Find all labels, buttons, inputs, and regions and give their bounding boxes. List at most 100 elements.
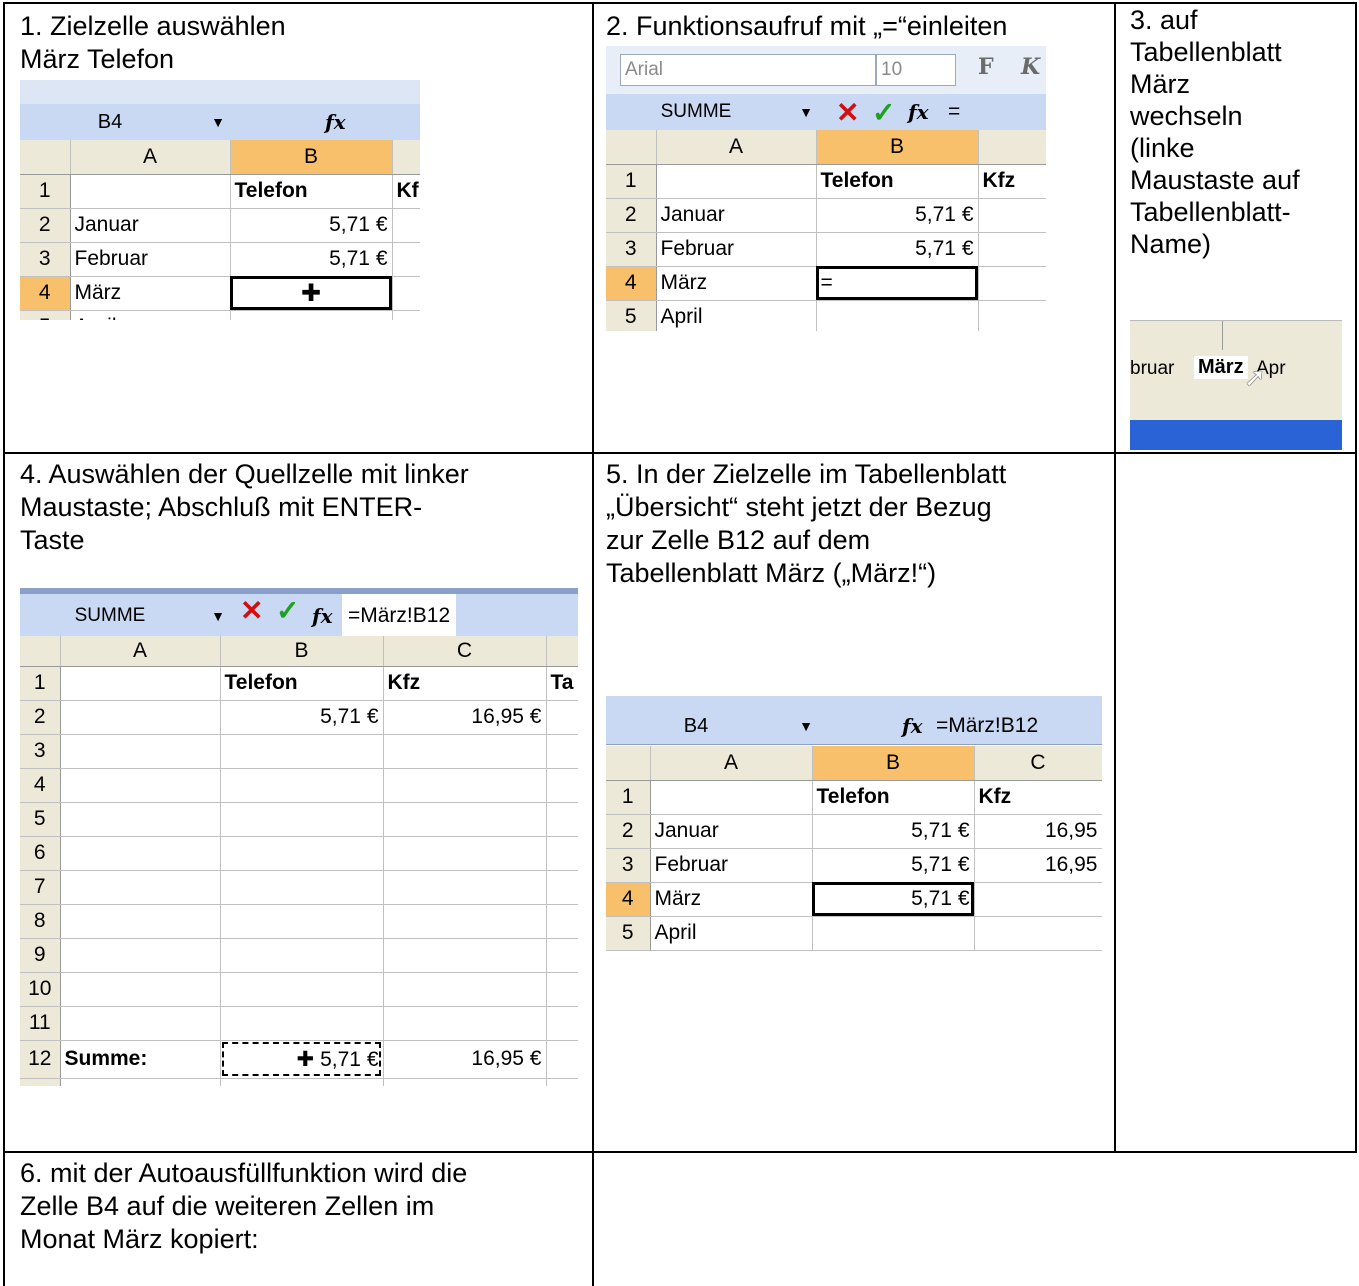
- cell[interactable]: [60, 1078, 221, 1086]
- cell-a4[interactable]: März: [650, 882, 813, 917]
- cell[interactable]: [60, 768, 221, 803]
- cell[interactable]: [383, 870, 547, 905]
- name-box-dropdown-icon[interactable]: ▼: [200, 104, 236, 140]
- cell-a1[interactable]: [70, 174, 231, 209]
- col-header-b[interactable]: B: [220, 636, 384, 667]
- corner-cell[interactable]: [606, 130, 657, 165]
- cell[interactable]: [60, 1006, 221, 1041]
- cell[interactable]: [220, 768, 384, 803]
- cell-b4-active[interactable]: ✚: [230, 276, 393, 311]
- fx-icon[interactable]: fx: [312, 594, 333, 638]
- row-header[interactable]: 1: [20, 666, 61, 701]
- cell-a5[interactable]: April: [70, 310, 231, 320]
- col-header-a[interactable]: A: [60, 636, 221, 667]
- cell-c4[interactable]: [392, 276, 420, 311]
- col-header-b[interactable]: B: [230, 140, 393, 175]
- row-header[interactable]: 3: [20, 242, 71, 277]
- cell[interactable]: [383, 1078, 547, 1086]
- cell[interactable]: [546, 904, 578, 939]
- cell-a3[interactable]: Februar: [650, 848, 813, 883]
- tab-maerz[interactable]: März: [1194, 356, 1248, 379]
- cell[interactable]: [220, 734, 384, 769]
- cell-a2[interactable]: Januar: [656, 198, 817, 233]
- cell[interactable]: [220, 972, 384, 1007]
- row-header-selected[interactable]: 4: [20, 276, 71, 311]
- cell[interactable]: [60, 734, 221, 769]
- cell[interactable]: [60, 904, 221, 939]
- cell-a3[interactable]: Februar: [656, 232, 817, 267]
- cell[interactable]: [383, 904, 547, 939]
- cell[interactable]: [60, 836, 221, 871]
- cell-b1[interactable]: Telefon: [812, 780, 975, 815]
- cell-c12[interactable]: 16,95 €: [383, 1040, 547, 1079]
- row-header[interactable]: 12: [20, 1040, 61, 1079]
- cell[interactable]: [220, 836, 384, 871]
- col-header-b[interactable]: B: [812, 746, 975, 781]
- cell[interactable]: [220, 904, 384, 939]
- cell-b5[interactable]: [812, 916, 975, 951]
- row-header[interactable]: 2: [20, 208, 71, 243]
- cell-b1[interactable]: Telefon: [816, 164, 979, 199]
- cell[interactable]: [60, 802, 221, 837]
- cell[interactable]: [383, 1006, 547, 1041]
- cell-c2[interactable]: [392, 208, 420, 243]
- cell-c4[interactable]: [978, 266, 1046, 301]
- cell-b5[interactable]: [816, 300, 979, 331]
- cell-a5[interactable]: April: [656, 300, 817, 331]
- cell-a4[interactable]: März: [70, 276, 231, 311]
- cell[interactable]: [60, 938, 221, 973]
- cell-d12[interactable]: [546, 1040, 578, 1079]
- cell[interactable]: [220, 1078, 384, 1086]
- col-header-c[interactable]: [392, 140, 420, 175]
- tab-februar[interactable]: bruar: [1130, 358, 1174, 380]
- cancel-icon[interactable]: ✕: [240, 594, 263, 627]
- cell-c2[interactable]: 16,95: [974, 814, 1102, 849]
- cell-a1[interactable]: [650, 780, 813, 815]
- corner-cell[interactable]: [606, 746, 651, 781]
- cell-a2[interactable]: [60, 700, 221, 735]
- cell-b3[interactable]: 5,71 €: [230, 242, 393, 277]
- cell-a2[interactable]: Januar: [70, 208, 231, 243]
- cell-c2[interactable]: 16,95 €: [383, 700, 547, 735]
- row-header[interactable]: 8: [20, 904, 61, 939]
- name-box[interactable]: SUMME: [606, 94, 786, 130]
- col-header-c[interactable]: C: [974, 746, 1102, 781]
- font-size-select[interactable]: 10: [876, 54, 956, 86]
- cell-c1[interactable]: Kfz: [383, 666, 547, 701]
- row-header[interactable]: 5: [606, 916, 651, 951]
- cell-b12-copy-source[interactable]: ✚ 5,71 €: [220, 1040, 384, 1079]
- row-header[interactable]: 2: [20, 700, 61, 735]
- cell[interactable]: [546, 802, 578, 837]
- italic-button[interactable]: K: [1021, 54, 1040, 80]
- cell-a1[interactable]: [656, 164, 817, 199]
- cell[interactable]: [546, 836, 578, 871]
- row-header[interactable]: 6: [20, 836, 61, 871]
- row-header[interactable]: 5: [20, 802, 61, 837]
- cell-c5[interactable]: [392, 310, 420, 320]
- col-header-c[interactable]: C: [383, 636, 547, 667]
- cancel-icon[interactable]: ✕: [836, 96, 859, 129]
- enter-icon[interactable]: ✓: [872, 96, 895, 129]
- row-header[interactable]: 3: [606, 232, 657, 267]
- cell-b3[interactable]: 5,71 €: [812, 848, 975, 883]
- name-box-dropdown-icon[interactable]: ▼: [788, 708, 824, 744]
- name-box-dropdown-icon[interactable]: ▼: [788, 94, 824, 130]
- row-header[interactable]: 2: [606, 814, 651, 849]
- name-box[interactable]: B4: [606, 708, 786, 744]
- bold-button[interactable]: F: [978, 54, 994, 80]
- font-select[interactable]: Arial: [620, 54, 876, 86]
- cell-b1[interactable]: Telefon: [230, 174, 393, 209]
- fx-icon[interactable]: fx: [908, 94, 929, 130]
- cell[interactable]: [383, 938, 547, 973]
- cell[interactable]: [383, 734, 547, 769]
- cell-c4[interactable]: [974, 882, 1102, 917]
- row-header[interactable]: 1: [606, 164, 657, 199]
- cell-a5[interactable]: April: [650, 916, 813, 951]
- name-box[interactable]: SUMME: [20, 594, 200, 638]
- row-header-selected[interactable]: 4: [606, 266, 657, 301]
- fx-icon[interactable]: fx: [325, 104, 346, 140]
- cell[interactable]: [220, 870, 384, 905]
- formula-input[interactable]: =März!B12: [936, 708, 1038, 744]
- cell[interactable]: [60, 870, 221, 905]
- row-header[interactable]: 10: [20, 972, 61, 1007]
